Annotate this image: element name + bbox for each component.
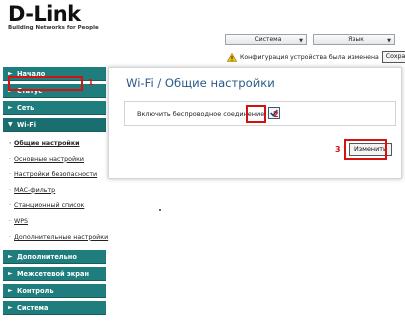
submenu-label: Станционный список [14, 202, 85, 210]
main-content-panel: Wi-Fi / Общие настройки Включить беспров… [108, 67, 402, 179]
top-menu-bar: Система ▼ Язык ▼ [225, 34, 395, 46]
system-menu-label: Система [254, 36, 282, 43]
triangle-right-icon: ► [8, 253, 13, 261]
submenu-label: Дополнительные настройки [14, 233, 109, 241]
language-menu-label: Язык [348, 36, 364, 43]
submenu-basic-settings[interactable]: · Основные настройки [3, 152, 106, 168]
sidebar-item-control[interactable]: ► Контроль [3, 284, 106, 299]
submenu-security-settings[interactable]: · Настройки безопасности [3, 167, 106, 183]
annotation-box-1 [8, 76, 83, 91]
chevron-down-icon: ▼ [299, 38, 303, 44]
sidebar-item-network[interactable]: ► Сеть [3, 101, 106, 115]
logo-tagline: Building Networks for People [8, 25, 99, 31]
submenu-label: MAC-фильтр [14, 186, 56, 194]
annotation-box-2 [246, 105, 266, 123]
bullet-icon: · [9, 171, 11, 179]
save-button[interactable]: Сохранить [381, 51, 405, 63]
system-menu-select[interactable]: Система ▼ [225, 34, 307, 45]
sidebar-item-label: Контроль [17, 287, 54, 296]
notice-text: Конфигурация устройства была изменена [240, 53, 379, 61]
submenu-label: WPS [14, 217, 29, 225]
submenu-general-settings[interactable]: · Общие настройки [3, 136, 106, 152]
sidebar-item-advanced[interactable]: ► Дополнительно [3, 250, 106, 265]
annotation-number-3: 3 [335, 145, 341, 154]
bullet-icon: · [9, 155, 11, 163]
dlink-logo: D-Link Building Networks for People [8, 2, 99, 32]
config-changed-notice: Конфигурация устройства была изменена Со… [227, 51, 405, 63]
bullet-icon: · [9, 233, 11, 241]
submenu-label: Основные настройки [14, 155, 85, 163]
sidebar-item-system[interactable]: ► Система [3, 301, 106, 316]
sidebar-item-label: Межсетевой экран [17, 270, 89, 279]
sidebar-menu: ► Начало ► Статус ► Сеть ▼ Wi-Fi · Общие наст… [3, 67, 109, 318]
submenu-advanced-settings[interactable]: · Дополнительные настройки [3, 230, 109, 246]
submenu-station-list[interactable]: · Станционный список [3, 198, 106, 214]
page-title: Wi-Fi / Общие настройки [126, 76, 275, 90]
submenu-label: Настройки безопасности [14, 171, 98, 179]
bullet-icon: · [9, 186, 11, 194]
triangle-right-icon: ► [8, 304, 13, 312]
triangle-right-icon: ► [8, 104, 13, 111]
submenu-wps[interactable]: · WPS [3, 214, 106, 230]
submenu-mac-filter[interactable]: · MAC-фильтр [3, 183, 106, 199]
annotation-box-3 [344, 139, 387, 160]
chevron-down-icon: ▼ [387, 38, 391, 44]
triangle-right-icon: ► [8, 270, 13, 278]
language-menu-select[interactable]: Язык ▼ [313, 34, 395, 45]
sidebar-item-label: Дополнительно [17, 253, 77, 262]
bullet-icon: · [9, 140, 12, 147]
sidebar-item-label: Wi-Fi [17, 121, 37, 129]
warning-icon [227, 52, 237, 62]
sidebar-item-firewall[interactable]: ► Межсетевой экран [3, 267, 106, 282]
triangle-right-icon: ► [8, 287, 13, 295]
bullet-icon: · [9, 217, 11, 225]
triangle-down-icon: ▼ [8, 121, 13, 128]
sidebar-item-label: Сеть [17, 104, 35, 112]
sidebar-item-label: Система [17, 304, 49, 313]
logo-wordmark: D-Link [8, 2, 81, 26]
annotation-number-2: 2 [273, 110, 279, 119]
stray-dot [159, 209, 161, 211]
sidebar-item-wifi[interactable]: ▼ Wi-Fi [3, 118, 106, 132]
annotation-number-1: 1 [88, 78, 94, 87]
wifi-submenu: · Общие настройки · Основные настройки · На… [3, 135, 109, 247]
submenu-label: Общие настройки [14, 140, 80, 147]
bullet-icon: · [9, 202, 11, 210]
